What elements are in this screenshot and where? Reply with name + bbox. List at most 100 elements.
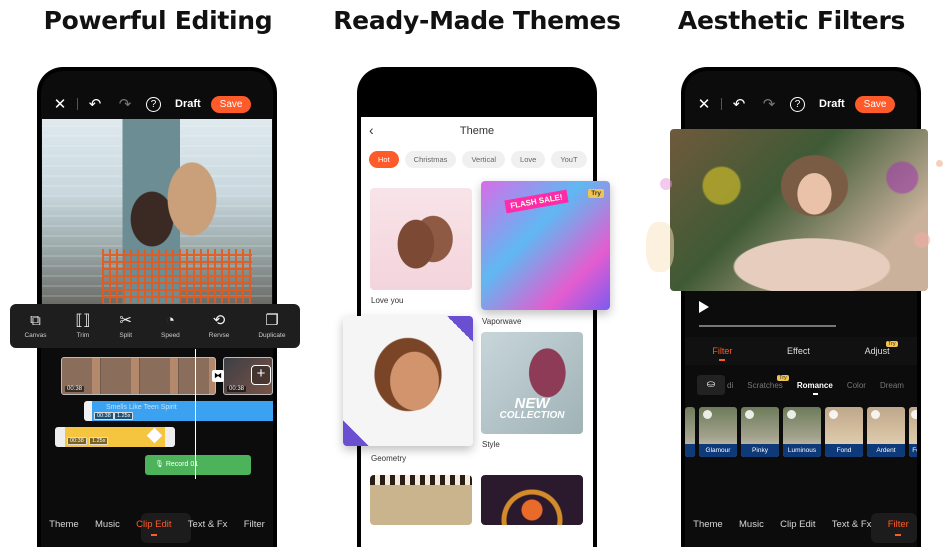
draft-button[interactable]: Draft <box>175 98 201 110</box>
category-romance[interactable]: Romance <box>797 381 833 395</box>
add-clip-button[interactable]: + <box>251 365 271 385</box>
tool-canvas[interactable]: ⧉ Canvas <box>24 313 47 340</box>
audio-speed: 1.25x <box>114 412 134 420</box>
filters-bottom-tabs: Theme Music Clip Edit Text & Fx Filter <box>685 511 917 547</box>
filter-presets: Glamour Pinky Luminous Fond Ardent Fe <box>685 407 917 457</box>
chip-youtube[interactable]: YouT <box>551 151 587 168</box>
tab-label: Adjust <box>864 346 890 356</box>
redo-icon[interactable]: ↷ <box>760 95 778 113</box>
theme-label: Love you <box>371 296 404 305</box>
preset-label: Pinky <box>741 444 779 457</box>
video-preview[interactable] <box>42 119 272 305</box>
chip-vertical[interactable]: Vertical <box>462 151 506 168</box>
help-icon[interactable]: ? <box>790 96 805 112</box>
record-track[interactable]: 🎙 Record 01 <box>145 455 251 475</box>
close-icon[interactable]: ✕ <box>51 95 69 113</box>
preset-label: Ardent <box>867 444 905 457</box>
tab-theme[interactable]: Theme <box>693 519 723 530</box>
trim-icon: ⟦⟧ <box>75 312 91 329</box>
play-icon[interactable] <box>699 301 709 313</box>
overlay-line: COLLECTION <box>499 410 565 421</box>
tab-filter[interactable]: Filter <box>888 519 909 536</box>
filter-preset[interactable]: Luminous <box>783 407 821 457</box>
tool-duplicate[interactable]: ❐ Duplicate <box>258 312 285 340</box>
tab-clip-edit[interactable]: Clip Edit <box>136 519 172 536</box>
sticker-duration: 00:38 <box>67 437 87 445</box>
new-collection-text: NEW COLLECTION <box>481 396 583 421</box>
chip-hot[interactable]: Hot <box>369 151 399 168</box>
tab-theme[interactable]: Theme <box>49 519 79 530</box>
tool-trim[interactable]: ⟦⟧ Trim <box>75 312 91 340</box>
filter-preset-partial[interactable] <box>685 407 695 457</box>
preview-image-detail <box>102 249 252 305</box>
sticker-speed: 1.25x <box>89 437 109 445</box>
timeline[interactable]: 00:38 ⧓ 00:38 + Smells Like Teen Spirit … <box>41 349 273 479</box>
category-dream[interactable]: Dream <box>880 381 904 390</box>
tool-reverse[interactable]: ⟲ Rervse <box>209 313 230 340</box>
chip-christmas[interactable]: Christmas <box>404 151 457 168</box>
undo-icon[interactable]: ↶ <box>86 95 104 113</box>
tab-music[interactable]: Music <box>95 519 120 530</box>
tool-label: Trim <box>76 332 90 339</box>
transition-icon[interactable]: ⧓ <box>212 370 224 382</box>
playhead[interactable] <box>195 349 196 479</box>
bokeh-decoration <box>646 222 674 272</box>
theme-label: Style <box>482 440 500 449</box>
tab-filter[interactable]: Filter <box>712 346 732 361</box>
themes-title: Theme <box>459 125 495 137</box>
help-icon[interactable]: ? <box>146 96 161 112</box>
filter-preset[interactable]: Ardent <box>867 407 905 457</box>
try-badge: Try <box>885 341 898 347</box>
tab-text-fx[interactable]: Text & Fx <box>188 519 228 530</box>
filter-preset[interactable]: Fe <box>909 407 917 457</box>
headline-filters: Aesthetic Filters <box>677 6 906 35</box>
filter-preset[interactable]: Glamour <box>699 407 737 457</box>
theme-card-geometry[interactable] <box>343 316 473 446</box>
filter-preset[interactable]: Fond <box>825 407 863 457</box>
clip-duration: 00:38 <box>227 386 247 392</box>
filters-topbar: ✕ ↶ ↷ ? Draft Save <box>685 91 917 117</box>
tool-speed[interactable]: ◔ Speed <box>161 313 180 340</box>
theme-card-film[interactable] <box>370 475 472 525</box>
category-scratches[interactable]: Scratches Try <box>747 374 789 390</box>
redo-icon[interactable]: ↷ <box>116 95 134 113</box>
try-badge: Try <box>588 189 604 198</box>
download-icon <box>745 410 754 419</box>
preset-label: Fe <box>909 444 917 457</box>
audio-name: Smells Like Teen Spirit <box>106 404 177 411</box>
sticker-track[interactable]: 00:38 1.25x <box>55 427 175 447</box>
category-color[interactable]: Color <box>847 381 866 390</box>
filter-manage-icon[interactable]: ⛀ <box>697 375 725 395</box>
theme-card-style[interactable]: NEW COLLECTION <box>481 332 583 434</box>
undo-icon[interactable]: ↶ <box>730 95 748 113</box>
tab-music[interactable]: Music <box>739 519 764 530</box>
video-clip[interactable]: 00:38 <box>61 357 216 395</box>
theme-card-vaporwave[interactable]: FLASH SALE! Try <box>481 181 610 310</box>
preset-label: Glamour <box>699 444 737 457</box>
tool-label: Split <box>119 332 133 339</box>
tool-label: Canvas <box>24 332 47 339</box>
duplicate-icon: ❐ <box>265 312 279 329</box>
theme-card-love-you[interactable] <box>370 188 472 290</box>
tab-clip-edit[interactable]: Clip Edit <box>780 519 815 530</box>
save-button[interactable]: Save <box>210 95 252 113</box>
close-icon[interactable]: ✕ <box>695 95 713 113</box>
audio-track[interactable]: Smells Like Teen Spirit 00:38 1.25x <box>84 401 273 421</box>
playback-progress[interactable] <box>699 325 836 327</box>
clip-tools-toolbar: ⧉ Canvas ⟦⟧ Trim ✂ Split ◔ Speed ⟲ Rervse ❐ Du… <box>10 304 300 348</box>
bokeh-decoration <box>936 160 943 167</box>
theme-card-halloween[interactable] <box>481 475 583 525</box>
tool-split[interactable]: ✂ Split <box>119 313 133 340</box>
category-item[interactable]: di <box>727 381 733 390</box>
chip-love[interactable]: Love <box>511 151 546 168</box>
tab-effect[interactable]: Effect <box>787 346 810 356</box>
draft-button[interactable]: Draft <box>819 98 845 110</box>
tab-filter[interactable]: Filter <box>244 519 265 530</box>
filter-preset[interactable]: Pinky <box>741 407 779 457</box>
download-icon <box>829 410 838 419</box>
tab-adjust[interactable]: Adjust Try <box>864 341 898 356</box>
save-button[interactable]: Save <box>854 95 896 113</box>
filter-preview-image[interactable] <box>670 129 928 291</box>
tab-text-fx[interactable]: Text & Fx <box>832 519 872 530</box>
keyframe-icon[interactable] <box>146 427 163 444</box>
